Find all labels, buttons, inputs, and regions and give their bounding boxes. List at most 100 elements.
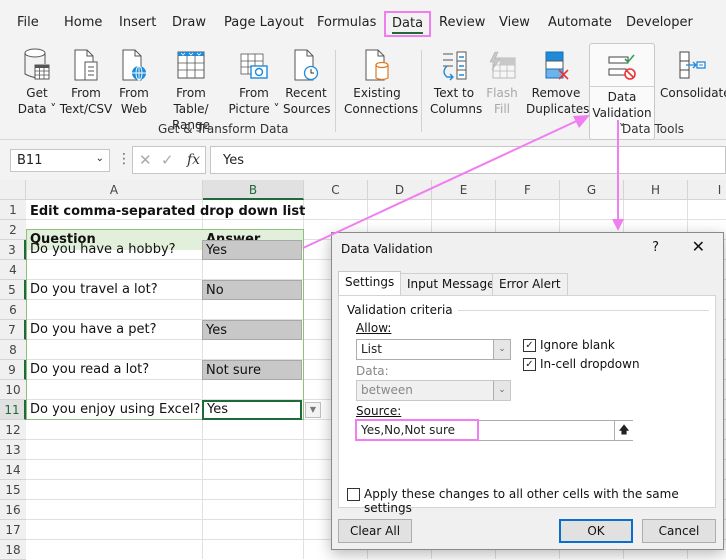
dialog-title: Data Validation xyxy=(341,242,433,256)
flash-fill-line2: Fill xyxy=(493,102,511,116)
flash-fill-button[interactable]: Flash Fill xyxy=(486,46,518,117)
tab-insert[interactable]: Insert xyxy=(119,15,156,30)
text-to-columns-icon xyxy=(430,46,478,82)
data-select: between ⌄ xyxy=(356,380,511,401)
cancel-button[interactable]: Cancel xyxy=(642,519,716,543)
column-header-d[interactable]: D xyxy=(368,180,432,200)
row-header-9[interactable]: 9 xyxy=(0,360,26,380)
answer-cell[interactable]: No xyxy=(202,280,302,300)
in-cell-dropdown-checkbox[interactable]: ✓ xyxy=(523,358,536,371)
column-header-h[interactable]: H xyxy=(624,180,688,200)
get-data-button[interactable]: Get Data ˅ xyxy=(17,46,57,117)
row-header-4[interactable]: 4 xyxy=(0,260,26,280)
column-header-b[interactable]: B xyxy=(203,180,304,200)
database-icon xyxy=(17,46,57,82)
group-label-get-transform: Get & Transform Data xyxy=(158,122,289,136)
recent-sources-button[interactable]: Recent Sources xyxy=(283,46,330,117)
tab-view[interactable]: View xyxy=(499,15,530,30)
column-header-i[interactable]: I xyxy=(688,180,726,200)
tab-page-layout[interactable]: Page Layout xyxy=(224,15,304,30)
ignore-blank-label[interactable]: Ignore blank xyxy=(540,338,615,352)
sheet-title[interactable]: Edit comma-separated drop down list xyxy=(27,202,305,222)
select-all-corner[interactable] xyxy=(0,180,26,200)
row-header-16[interactable]: 16 xyxy=(0,500,26,520)
row-header-12[interactable]: 12 xyxy=(0,420,26,440)
cancel-icon[interactable]: ✕ xyxy=(139,151,152,169)
apply-all-checkbox[interactable] xyxy=(347,488,360,501)
enter-checkmark-icon[interactable]: ✓ xyxy=(161,151,174,169)
answer-cell[interactable]: Not sure xyxy=(202,360,302,380)
row-header-18[interactable]: 18 xyxy=(0,540,26,560)
tab-home[interactable]: Home xyxy=(64,15,102,30)
from-text-csv-button[interactable]: From Text/CSV xyxy=(59,46,113,117)
answer-cell[interactable]: Yes xyxy=(202,320,302,340)
clear-all-button[interactable]: Clear All xyxy=(338,519,412,543)
existing-connections-button[interactable]: Existing Connections xyxy=(344,46,418,117)
tab-review[interactable]: Review xyxy=(439,15,485,30)
allow-select[interactable]: List ⌄ xyxy=(356,339,511,360)
data-value: between xyxy=(361,383,413,397)
tab-data[interactable]: Data xyxy=(384,11,432,37)
help-icon[interactable]: ? xyxy=(652,240,659,255)
from-table-range-button[interactable]: From Table/ Range xyxy=(158,46,224,133)
row-header-5[interactable]: 5 xyxy=(0,280,26,300)
question-cell[interactable]: Do you travel a lot? xyxy=(27,280,158,300)
source-label: Source: xyxy=(356,404,401,418)
row-header-10[interactable]: 10 xyxy=(0,380,26,400)
answer-cell[interactable]: Yes xyxy=(202,240,302,260)
cell-dropdown-arrow-icon[interactable]: ▼ xyxy=(305,402,321,418)
from-web-button[interactable]: From Web xyxy=(117,46,151,117)
row-header-2[interactable]: 2 xyxy=(0,220,26,240)
row-header-1[interactable]: 1 xyxy=(0,200,26,220)
remove-duplicates-button[interactable]: Remove Duplicates xyxy=(526,46,590,117)
row-header-13[interactable]: 13 xyxy=(0,440,26,460)
tab-draw[interactable]: Draw xyxy=(172,15,206,30)
dialog-tab-error-alert[interactable]: Error Alert xyxy=(492,273,568,295)
question-cell[interactable]: Do you have a pet? xyxy=(27,320,157,340)
close-icon[interactable]: ✕ xyxy=(692,237,705,256)
text-to-columns-button[interactable]: Text to Columns xyxy=(430,46,482,117)
row-header-3[interactable]: 3 xyxy=(0,240,26,260)
more-options-icon[interactable]: ⋮ xyxy=(117,151,131,167)
question-cell[interactable]: Do you enjoy using Excel? xyxy=(27,400,200,420)
tab-automate[interactable]: Automate xyxy=(548,15,612,30)
chevron-down-icon[interactable]: ⌄ xyxy=(96,153,104,164)
row-header-17[interactable]: 17 xyxy=(0,520,26,540)
consolidate-button[interactable]: Consolidate xyxy=(660,46,726,101)
question-cell[interactable]: Do you have a hobby? xyxy=(27,240,176,260)
insert-function-icon[interactable]: fx xyxy=(187,152,200,168)
ignore-blank-checkbox[interactable]: ✓ xyxy=(523,339,536,352)
column-header-c[interactable]: C xyxy=(304,180,368,200)
row-header-14[interactable]: 14 xyxy=(0,460,26,480)
from-picture-button[interactable]: From Picture ˅ xyxy=(228,46,280,117)
remove-duplicates-line2: Duplicates xyxy=(526,102,590,116)
chevron-down-icon[interactable]: ⌄ xyxy=(493,340,510,359)
column-header-a[interactable]: A xyxy=(26,180,203,200)
tab-formulas[interactable]: Formulas xyxy=(317,15,376,30)
apply-all-label[interactable]: Apply these changes to all other cells w… xyxy=(364,487,715,515)
ok-button[interactable]: OK xyxy=(559,519,633,543)
tab-file[interactable]: File xyxy=(17,15,39,30)
row-header-11[interactable]: 11 xyxy=(0,400,26,420)
column-header-f[interactable]: F xyxy=(496,180,560,200)
text-file-icon xyxy=(59,46,113,82)
camera-table-icon xyxy=(228,46,280,82)
existing-connections-line1: Existing xyxy=(353,86,401,100)
column-header-g[interactable]: G xyxy=(560,180,624,200)
get-data-line2: Data ˅ xyxy=(17,102,57,116)
in-cell-dropdown-label[interactable]: In-cell dropdown xyxy=(540,357,640,371)
column-header-e[interactable]: E xyxy=(432,180,496,200)
formula-input[interactable]: Yes xyxy=(210,146,726,174)
name-box[interactable]: B11 ⌄ xyxy=(10,149,110,172)
row-header-15[interactable]: 15 xyxy=(0,480,26,500)
collapse-dialog-icon[interactable]: 🡅 xyxy=(614,421,633,440)
dialog-tab-input-message[interactable]: Input Message xyxy=(400,273,502,295)
tab-developer[interactable]: Developer xyxy=(626,15,693,30)
dialog-tab-settings[interactable]: Settings xyxy=(338,271,402,296)
row-header-8[interactable]: 8 xyxy=(0,340,26,360)
row-header-6[interactable]: 6 xyxy=(0,300,26,320)
question-cell[interactable]: Do you read a lot? xyxy=(27,360,149,380)
active-cell-b11[interactable]: Yes xyxy=(202,400,302,420)
row-header-7[interactable]: 7 xyxy=(0,320,26,340)
data-validation-icon xyxy=(592,47,652,83)
